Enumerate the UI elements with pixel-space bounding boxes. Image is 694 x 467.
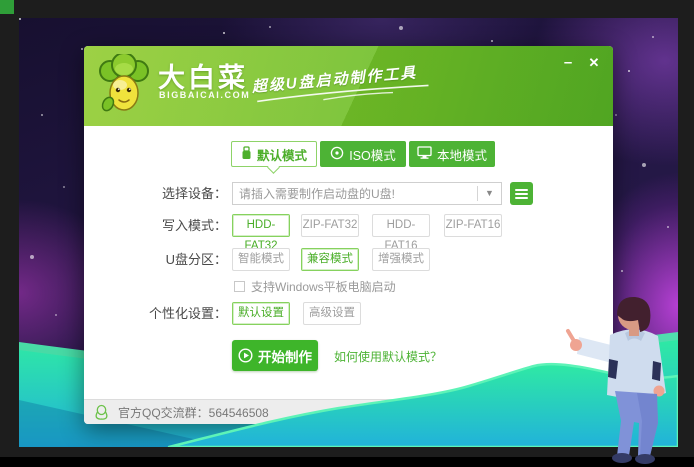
cabbage-mascot-logo — [96, 54, 152, 118]
partition-label: U盘分区： — [84, 248, 227, 271]
marketing-screenshot: { "header": { "brand_zh": "大白菜", "brand_… — [0, 0, 694, 467]
device-select-value: 请插入需要制作启动盘的U盘! — [233, 185, 477, 202]
write-mode-option-1[interactable]: ZIP-FAT32 — [301, 214, 359, 237]
close-button[interactable]: ✕ — [583, 54, 605, 72]
write-mode-option-0[interactable]: HDD-FAT32 — [232, 214, 290, 237]
qq-icon — [94, 404, 111, 421]
window-footer: 官方QQ交流群：564546508 — [84, 399, 613, 424]
start-button[interactable]: 开始制作 — [232, 340, 318, 371]
device-select[interactable]: 请插入需要制作启动盘的U盘! ▼ — [232, 182, 502, 205]
minimize-button[interactable]: – — [557, 54, 579, 72]
partition-option-1[interactable]: 兼容模式 — [301, 248, 359, 271]
tab-label: ISO模式 — [349, 145, 396, 164]
tab-iso-mode[interactable]: ISO模式 — [320, 141, 406, 167]
tab-label: 本地模式 — [437, 145, 487, 164]
personalization-label: 个性化设置： — [84, 302, 227, 325]
tablet-boot-checkbox-row[interactable]: 支持Windows平板电脑启动 — [234, 278, 396, 295]
app-window: 大白菜 BIGBAICAI.COM 超级U盘启动制作工具 – ✕ 默认模式 ISO… — [84, 46, 613, 424]
write-mode-option-2[interactable]: HDD-FAT16 — [372, 214, 430, 237]
help-link[interactable]: 如何使用默认模式？ — [334, 348, 442, 365]
device-menu-button[interactable] — [510, 182, 533, 205]
tab-local-mode[interactable]: 本地模式 — [409, 141, 495, 167]
titlebar: 大白菜 BIGBAICAI.COM 超级U盘启动制作工具 – ✕ — [84, 46, 613, 126]
brand-domain: BIGBAICAI.COM — [159, 90, 250, 100]
checkbox[interactable] — [234, 281, 245, 292]
tab-label: 默认模式 — [257, 145, 307, 164]
chevron-down-icon[interactable]: ▼ — [477, 186, 501, 201]
usb-icon — [241, 146, 252, 163]
checkbox-label: 支持Windows平板电脑启动 — [251, 278, 396, 295]
personalization-option-1[interactable]: 高级设置 — [303, 302, 361, 325]
partition-option-2[interactable]: 增强模式 — [372, 248, 430, 271]
personalization-option-0[interactable]: 默认设置 — [232, 302, 290, 325]
write-mode-option-3[interactable]: ZIP-FAT16 — [444, 214, 502, 237]
partition-option-0[interactable]: 智能模式 — [232, 248, 290, 271]
monitor-icon — [417, 146, 432, 162]
device-label: 选择设备： — [84, 182, 227, 205]
tagline: 超级U盘启动制作工具 — [251, 60, 433, 107]
window-body: 默认模式 ISO模式 本地模式 选择设备： 请插入需要制作启动盘的U盘! ▼ 写入模… — [84, 126, 613, 399]
letterbox-strip — [0, 457, 694, 467]
start-button-label: 开始制作 — [258, 346, 312, 366]
disc-icon — [330, 146, 344, 163]
hamburger-icon — [515, 189, 528, 191]
desktop-wallpaper: 大白菜 BIGBAICAI.COM 超级U盘启动制作工具 – ✕ 默认模式 ISO… — [19, 18, 678, 447]
write-mode-label: 写入模式： — [84, 214, 227, 237]
desktop-icon-fragment — [0, 0, 14, 14]
qq-group-text: 官方QQ交流群：564546508 — [118, 404, 269, 421]
play-icon — [238, 348, 253, 363]
